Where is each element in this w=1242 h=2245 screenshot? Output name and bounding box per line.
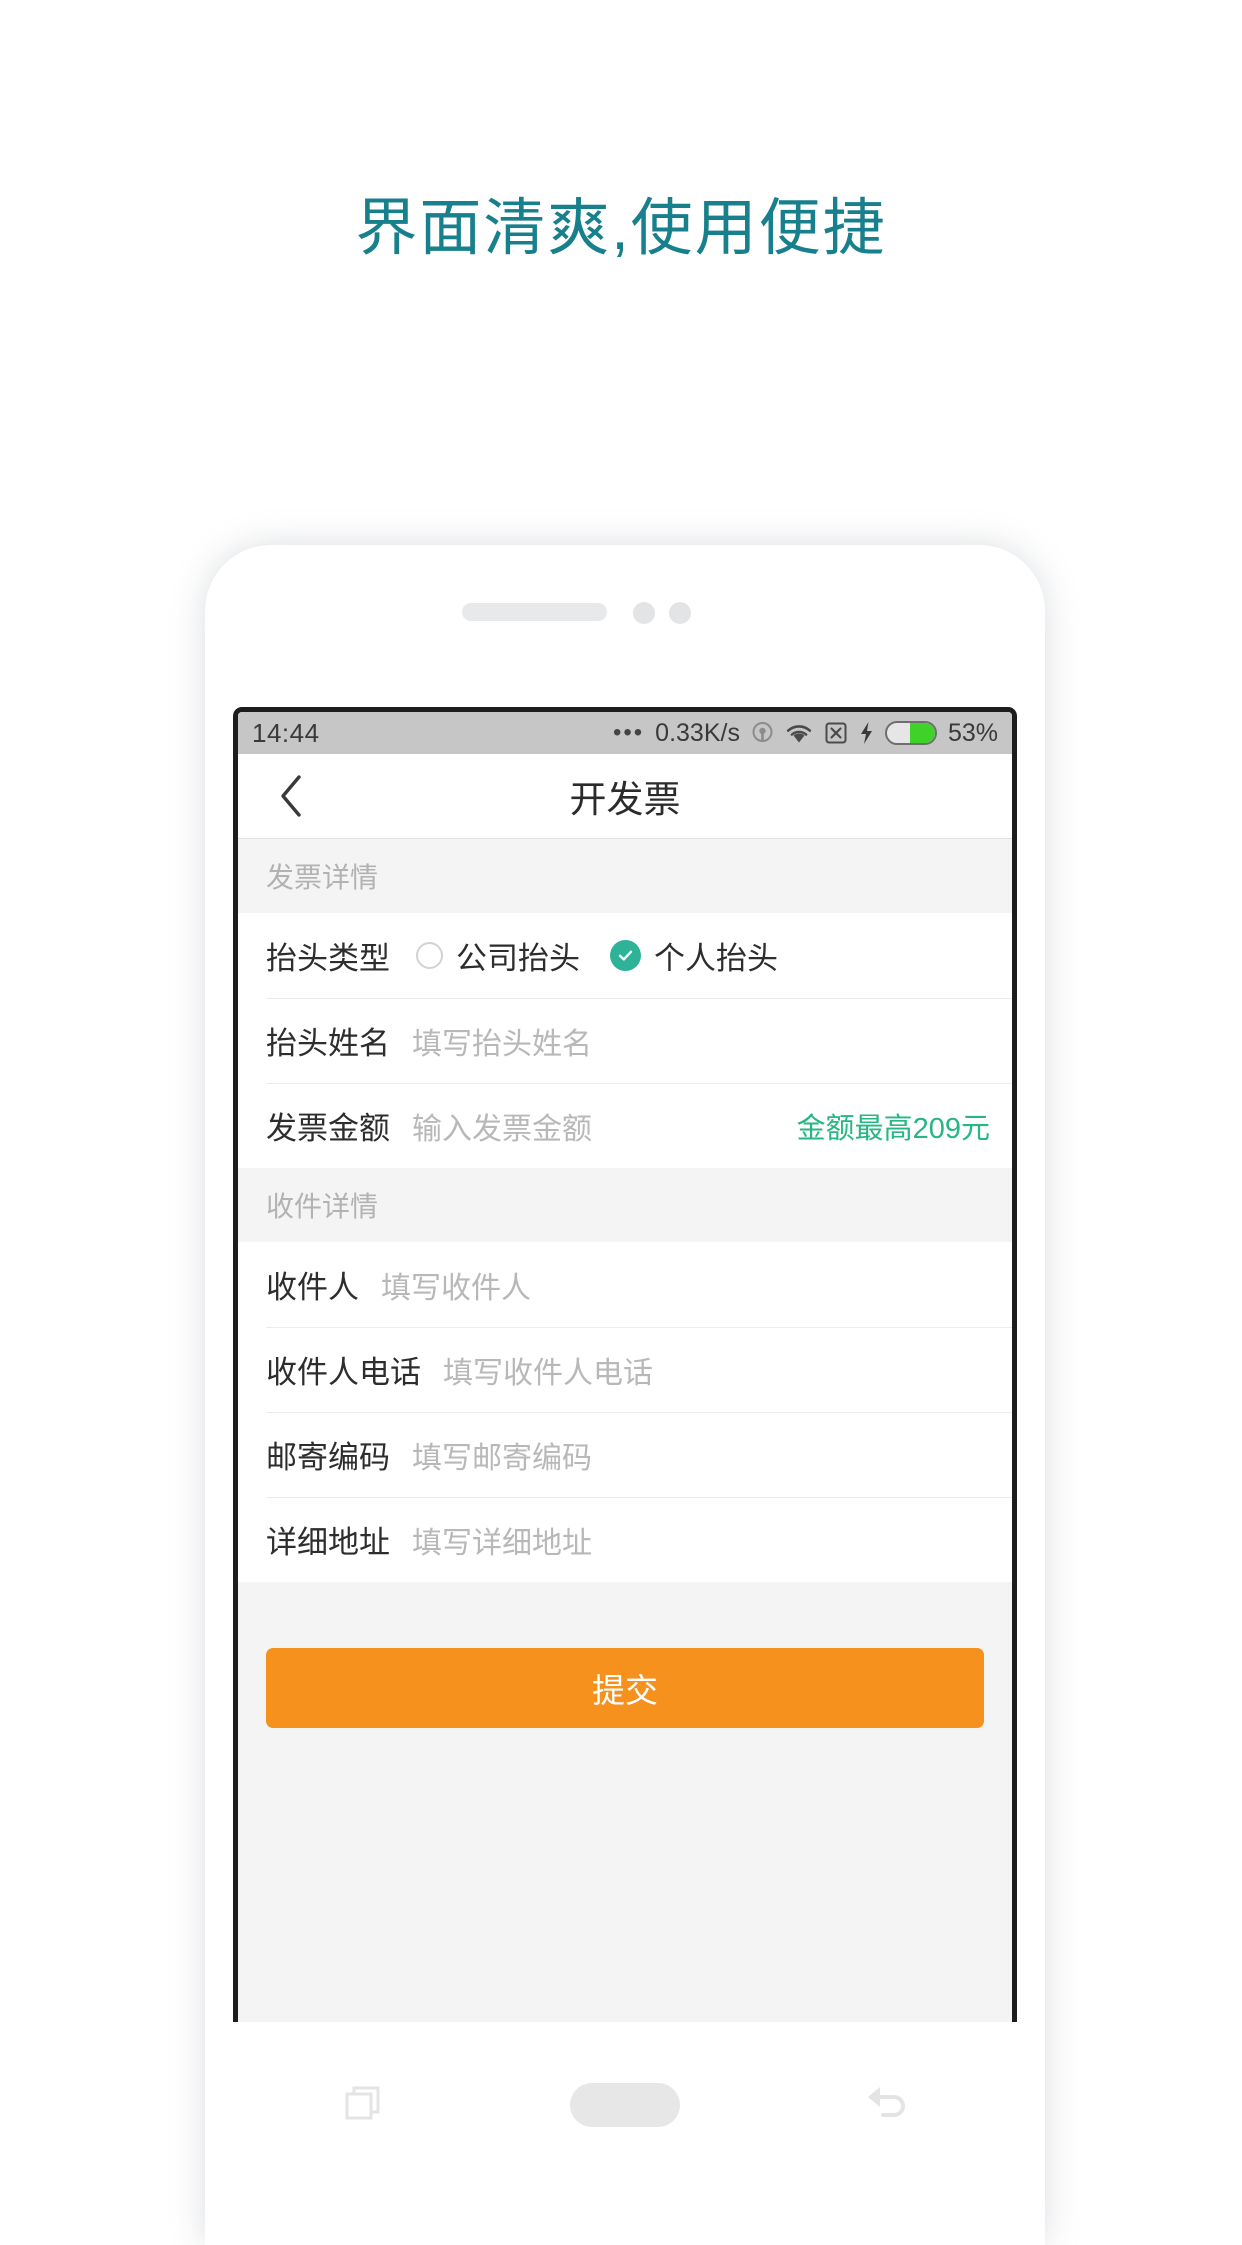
back-arrow-icon (861, 2081, 911, 2130)
more-dots-icon: ••• (612, 719, 645, 746)
battery-icon (884, 721, 937, 745)
row-label: 收件人 (266, 1270, 359, 1305)
postal-code-input[interactable]: 填写邮寄编码 (412, 1433, 990, 1477)
recents-icon (340, 2079, 388, 2132)
row-recipient-name[interactable]: 收件人 填写收件人 (238, 1242, 1012, 1327)
recipient-rows: 收件人 填写收件人 收件人电话 填写收件人电话 邮寄编码 填写邮寄编码 详细地址… (238, 1242, 1012, 1582)
front-camera-icon (669, 602, 691, 624)
invoice-amount-input[interactable]: 输入发票金额 (412, 1104, 797, 1148)
android-navigation-bar (233, 2045, 1017, 2165)
wifi-icon (785, 722, 813, 744)
form-content: 发票详情 抬头类型 公司抬头 个人抬头 抬头姓名 填写抬头姓名 发票金额 输入发… (238, 839, 1012, 2022)
recipient-name-input[interactable]: 填写收件人 (381, 1263, 990, 1307)
row-label: 收件人电话 (266, 1355, 421, 1390)
chevron-left-icon (278, 774, 304, 818)
row-label: 详细地址 (266, 1525, 390, 1560)
submit-area: 提交 (238, 1648, 1012, 1728)
radio-option-company[interactable]: 公司抬头 (416, 933, 580, 978)
recents-button[interactable] (309, 2065, 419, 2145)
submit-button[interactable]: 提交 (266, 1648, 984, 1728)
radio-label: 个人抬头 (654, 941, 778, 976)
page-title: 界面清爽,使用便捷 (355, 194, 887, 263)
spacer (238, 1582, 1012, 1648)
max-amount-hint: 金额最高209元 (796, 1112, 990, 1145)
location-icon (751, 721, 774, 746)
row-label: 发票金额 (266, 1111, 390, 1146)
section-header-recipient: 收件详情 (238, 1168, 1012, 1242)
proximity-sensor-icon (633, 602, 655, 624)
row-postal-code[interactable]: 邮寄编码 填写邮寄编码 (238, 1412, 1012, 1497)
radio-label: 公司抬头 (456, 941, 580, 976)
phone-screen: 14:44 ••• 0.33K/s 53% 开发票 发票详情 抬头类型 公司抬头… (233, 707, 1017, 2022)
row-label: 抬头姓名 (266, 1026, 390, 1061)
content-filler (238, 1728, 1012, 2022)
earpiece-speaker-icon (462, 603, 607, 621)
radio-option-personal[interactable]: 个人抬头 (610, 933, 778, 978)
battery-fill (909, 723, 935, 743)
title-type-radio-group: 公司抬头 个人抬头 (416, 933, 778, 978)
section-header-invoice: 发票详情 (238, 839, 1012, 913)
status-time: 14:44 (252, 717, 320, 748)
network-speed: 0.33K/s (655, 718, 740, 747)
phone-mockup: 14:44 ••• 0.33K/s 53% 开发票 发票详情 抬头类型 公司抬头… (205, 545, 1045, 2245)
back-nav-button[interactable] (831, 2065, 941, 2145)
charging-bolt-icon (859, 721, 874, 745)
home-pill-icon (569, 2083, 680, 2127)
app-nav-bar: 开发票 (238, 754, 1012, 839)
row-detailed-address[interactable]: 详细地址 填写详细地址 (238, 1497, 1012, 1582)
row-recipient-phone[interactable]: 收件人电话 填写收件人电话 (238, 1327, 1012, 1412)
radio-unchecked-icon (416, 942, 443, 969)
nav-title: 开发票 (569, 779, 681, 820)
phone-top-bezel (205, 545, 1045, 707)
invoice-rows: 抬头类型 公司抬头 个人抬头 抬头姓名 填写抬头姓名 发票金额 输入发票金额 金… (238, 913, 1012, 1168)
title-name-input[interactable]: 填写抬头姓名 (412, 1019, 990, 1063)
row-title-type: 抬头类型 公司抬头 个人抬头 (238, 913, 1012, 998)
recipient-phone-input[interactable]: 填写收件人电话 (443, 1348, 990, 1392)
no-sim-icon (824, 721, 848, 745)
radio-checked-icon (610, 940, 641, 971)
status-right-group: ••• 0.33K/s 53% (613, 719, 998, 748)
home-button[interactable] (569, 2065, 680, 2145)
status-bar: 14:44 ••• 0.33K/s 53% (238, 712, 1012, 754)
row-label: 抬头类型 (266, 941, 390, 976)
detailed-address-input[interactable]: 填写详细地址 (412, 1518, 990, 1562)
row-label: 邮寄编码 (266, 1440, 390, 1475)
battery-percent: 53% (947, 718, 998, 747)
back-button[interactable] (264, 769, 318, 823)
row-invoice-amount[interactable]: 发票金额 输入发票金额 金额最高209元 (238, 1083, 1012, 1168)
row-title-name[interactable]: 抬头姓名 填写抬头姓名 (238, 998, 1012, 1083)
